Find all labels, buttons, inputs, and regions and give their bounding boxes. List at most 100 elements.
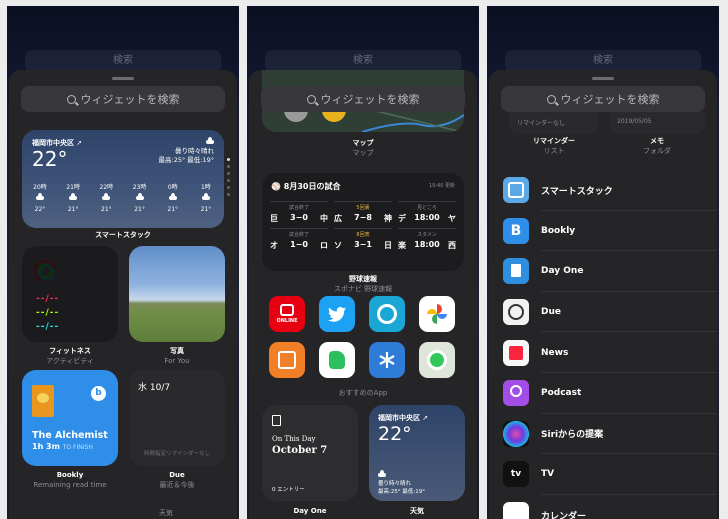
cloud-icon — [36, 193, 44, 200]
search-icon — [306, 94, 316, 104]
game-cell[interactable]: 5回裏広 7−8 神 — [334, 201, 392, 224]
baseball-widget[interactable]: ⚾ 8月30日の試合 19:40 更新 試合終了巨 3−0 中 5回裏広 7−8 神 見… — [262, 173, 464, 271]
stand-value: --/-- — [36, 322, 60, 332]
cloud-icon — [201, 193, 210, 200]
weather-condition: 曇り時々晴れ 最高:25° 最低:19° — [158, 137, 215, 165]
suggested-apps-caption: おすすめのApp — [338, 389, 388, 397]
bottom-label: 天気 — [159, 509, 173, 517]
calendar-icon — [503, 502, 529, 519]
siri-icon — [503, 420, 529, 447]
evernote-icon[interactable] — [319, 342, 355, 378]
baseball-caption: 野球速報 スポナビ 野球速報 — [333, 275, 393, 293]
alexa-icon[interactable] — [369, 296, 405, 332]
screen-middle: 検索 ウィジェットを検索 マップ マップ ⚾ 8月30日の試合 19:40 更新 … — [247, 6, 479, 519]
widget-search-bar[interactable]: ウィジェットを検索 — [21, 86, 225, 112]
game-cell[interactable]: スタメン楽 18:00 西 — [398, 228, 456, 251]
sheet-grabber[interactable] — [592, 77, 614, 80]
widget-gallery-sheet: ウィジェットを検索 マップ マップ ⚾ 8月30日の試合 19:40 更新 試合終… — [249, 70, 477, 519]
due-caption: Due 最近＆今後 — [159, 471, 195, 489]
screen-left: 検索 ウィジェットを検索 福岡市中央区 ➚ 22° 曇り時々晴れ 最高:25° … — [7, 6, 239, 519]
hourly-forecast: 20時 22° 21時 21° 22時 21° 23時 21° 0時 21° 1時 21° — [28, 182, 218, 215]
fitness-widget[interactable]: --/-- --/-- --/-- — [22, 246, 118, 342]
list-item[interactable]: Siriからの提案 — [489, 414, 717, 455]
sheet-grabber[interactable] — [112, 77, 134, 80]
top-search: 検索 — [505, 50, 701, 72]
weather-widget[interactable]: 福岡市中央区 ➚ 22° 曇り時々晴れ 最高:25° 最低:19° 20時 22°… — [22, 130, 224, 228]
testflight-icon[interactable] — [369, 342, 405, 378]
hour-col: 1時 21° — [200, 184, 212, 213]
cloud-icon — [135, 193, 144, 200]
weather-small-widget[interactable]: 福岡市中央区 ➚ 22° 曇り時々晴れ 最高:25° 最低:19° — [369, 405, 465, 501]
widget-gallery-sheet: ウィジェットを検索 福岡市中央区 ➚ 22° 曇り時々晴れ 最高:25° 最低:… — [9, 70, 237, 519]
list-item[interactable]: スマートスタック — [489, 170, 717, 211]
hour-col: 20時 22° — [33, 184, 47, 213]
due-icon — [503, 299, 529, 326]
weather-temp: 22° — [378, 423, 412, 445]
widget-search-bar[interactable]: ウィジェットを検索 — [501, 86, 705, 112]
notes-widget[interactable]: 2019/05/05 — [609, 112, 705, 134]
bookly-widget[interactable]: b The Alchemist 1h 3m TO FINISH — [22, 370, 118, 466]
list-item[interactable]: Due — [489, 292, 717, 333]
weather-caption: 天気 — [410, 507, 424, 515]
cloud-icon — [102, 193, 111, 200]
top-search: 検索 — [265, 50, 461, 72]
reminders-caption: リマインダー リスト — [533, 137, 575, 155]
game-cell[interactable]: 試合終了巨 3−0 中 — [270, 201, 328, 224]
weather-city: 福岡市中央区 ➚ — [378, 414, 429, 422]
top-search: 検索 — [25, 50, 221, 72]
game-cell[interactable]: 試合終了オ 1−0 ロ — [270, 228, 328, 251]
find-my-icon[interactable] — [419, 342, 455, 378]
suggested-apps: ONLINE — [269, 296, 459, 378]
list-item[interactable]: Podcast — [489, 373, 717, 414]
smart-stack-icon — [503, 177, 529, 204]
widget-search-bar[interactable]: ウィジェットを検索 — [261, 86, 465, 112]
game-cell[interactable]: 見どころデ 18:00 ヤ — [398, 201, 456, 224]
move-value: --/-- — [36, 294, 60, 304]
hour-col: 22時 21° — [99, 184, 114, 213]
exercise-value: --/-- — [36, 308, 60, 318]
dayone-widget[interactable]: On This Day October 7 0 エントリー — [262, 405, 358, 501]
search-placeholder: ウィジェットを検索 — [320, 93, 420, 106]
cloud-icon — [378, 470, 386, 477]
dayone-caption: Day One — [293, 507, 327, 515]
list-item[interactable]: tv TV — [489, 454, 717, 495]
dayone-icon — [503, 258, 529, 285]
list-item[interactable]: B Bookly — [489, 211, 717, 252]
reminders-widget[interactable]: リマインダーなし — [509, 112, 599, 134]
baseball-updated: 19:40 更新 — [429, 183, 455, 189]
tv-icon: tv — [503, 461, 529, 488]
twitter-icon[interactable] — [319, 296, 355, 332]
game-grid: 試合終了巨 3−0 中 5回裏広 7−8 神 見どころデ 18:00 ヤ 試合終了オ 1−0 ロ… — [270, 201, 456, 251]
hour-col: 23時 21° — [132, 184, 147, 213]
weather-condition-text: 曇り時々晴れ — [175, 147, 214, 155]
cloud-icon — [69, 193, 78, 200]
read-time: 1h 3m TO FINISH — [32, 442, 93, 451]
list-item[interactable]: カレンダー — [489, 495, 717, 519]
page-dots — [227, 158, 231, 200]
due-note: 時間指定リマインダーなし — [143, 451, 210, 457]
photos-widget[interactable] — [129, 246, 225, 342]
list-item[interactable]: Day One — [489, 251, 717, 292]
search-icon — [546, 94, 556, 104]
cloud-icon — [168, 193, 177, 200]
hour-col: 0時 21° — [167, 184, 179, 213]
weather-temp: 22° — [32, 147, 68, 171]
google-photos-icon[interactable] — [419, 296, 455, 332]
photos-caption: 写真 For You — [164, 347, 190, 365]
widget-app-list: スマートスタック B Bookly Day One Due News Podcas… — [489, 170, 717, 519]
weather-hilo: 最高:25° 最低:19° — [158, 156, 215, 164]
hour-col: 21時 21° — [66, 184, 80, 213]
smart-home-icon[interactable] — [269, 342, 305, 378]
bookly-icon: B — [503, 217, 529, 244]
podcast-icon — [503, 380, 529, 407]
due-widget[interactable]: 水 10/7 時間指定リマインダーなし — [129, 370, 225, 466]
search-icon — [66, 94, 76, 104]
news-icon — [503, 339, 529, 366]
book-cover — [32, 385, 54, 417]
weather-condition: 曇り時々晴れ 最高:25° 最低:19° — [378, 470, 425, 496]
nintendo-switch-online-icon[interactable]: ONLINE — [269, 296, 305, 332]
baseball-header: ⚾ 8月30日の試合 — [271, 182, 341, 191]
list-item[interactable]: News — [489, 332, 717, 373]
memo-caption: メモ フォルダ — [643, 137, 671, 155]
game-cell[interactable]: 8回表ソ 3−1 日 — [334, 228, 392, 251]
